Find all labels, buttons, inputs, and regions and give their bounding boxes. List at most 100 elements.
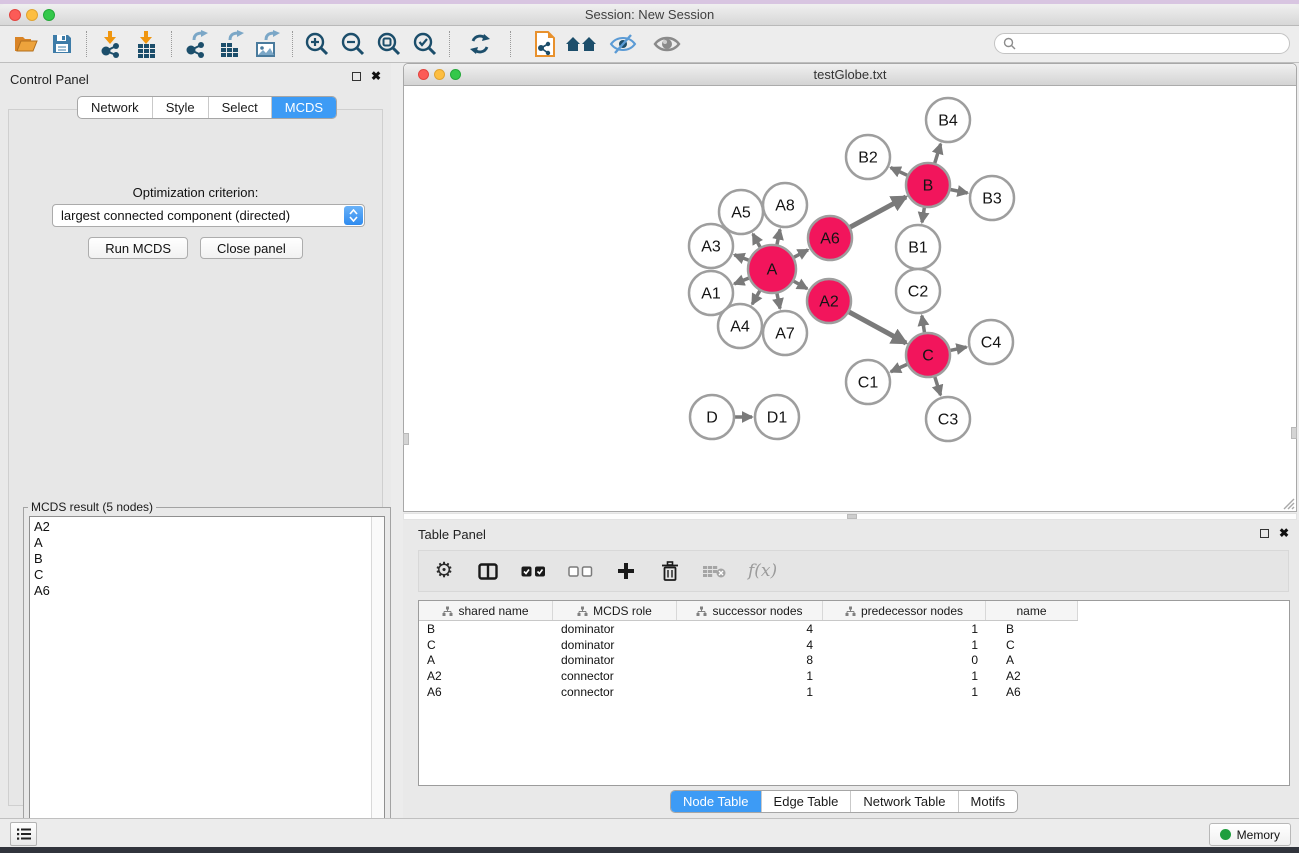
criterion-dropdown[interactable]: largest connected component (directed) (52, 204, 365, 227)
table-row-C[interactable]: Cdominator41C (419, 637, 1289, 653)
table-row-B[interactable]: Bdominator41B (419, 621, 1289, 637)
column-header-name[interactable]: name (986, 601, 1078, 620)
cell-successor_nodes[interactable]: 1 (677, 669, 823, 683)
cell-name[interactable]: A6 (986, 685, 1078, 699)
cell-mcds_role[interactable]: connector (553, 669, 677, 683)
cell-successor_nodes[interactable]: 4 (677, 622, 823, 636)
table-row-A6[interactable]: A6connector11A6 (419, 684, 1289, 700)
cell-predecessor_nodes[interactable]: 1 (823, 669, 986, 683)
cell-name[interactable]: A2 (986, 669, 1078, 683)
cell-name[interactable]: C (986, 638, 1078, 652)
table-tab-network-table[interactable]: Network Table (850, 791, 957, 812)
table-options-button[interactable]: ⚙ (433, 558, 455, 584)
cell-shared_name[interactable]: B (419, 622, 553, 636)
cell-shared_name[interactable]: C (419, 638, 553, 652)
graph-edge-A-A6[interactable] (793, 250, 808, 258)
column-header-mcds_role[interactable]: MCDS role (553, 601, 677, 620)
column-header-predecessor_nodes[interactable]: predecessor nodes (823, 601, 986, 620)
hide-graphics-details-button[interactable] (605, 28, 641, 60)
tab-mcds[interactable]: MCDS (271, 97, 336, 118)
save-session-button[interactable] (44, 28, 80, 60)
canvas-left-handle[interactable] (403, 433, 409, 445)
delete-column-button[interactable] (659, 558, 681, 584)
graph-edge-A-A7[interactable] (777, 293, 780, 309)
column-header-shared_name[interactable]: shared name (419, 601, 553, 620)
tab-select[interactable]: Select (208, 97, 271, 118)
column-header-successor_nodes[interactable]: successor nodes (677, 601, 823, 620)
horizontal-splitter[interactable] (403, 513, 1297, 520)
table-row-A[interactable]: Adominator80A (419, 652, 1289, 668)
cell-predecessor_nodes[interactable]: 0 (823, 653, 986, 667)
network-titlebar[interactable]: testGlobe.txt (404, 64, 1296, 86)
float-panel-icon[interactable] (352, 72, 361, 81)
run-mcds-button[interactable]: Run MCDS (88, 237, 188, 259)
show-column-button[interactable] (477, 558, 499, 584)
add-column-button[interactable] (615, 558, 637, 584)
table-row-A2[interactable]: A2connector11A2 (419, 668, 1289, 684)
splitter-thumb[interactable] (847, 514, 857, 519)
open-session-button[interactable] (8, 28, 44, 60)
cell-mcds_role[interactable]: connector (553, 685, 677, 699)
graph-edge-A6-B[interactable] (849, 197, 906, 228)
mcds-result-item[interactable]: B (34, 551, 371, 567)
zoom-selected-button[interactable] (407, 28, 443, 60)
select-all-rows-button[interactable] (521, 558, 546, 584)
graph-edge-A-A8[interactable] (777, 229, 780, 245)
close-panel-icon[interactable]: ✖ (371, 71, 381, 81)
cell-mcds_role[interactable]: dominator (553, 622, 677, 636)
graph-edge-B-B3[interactable] (950, 189, 968, 193)
close-panel-button[interactable]: Close panel (200, 237, 303, 259)
mcds-result-item[interactable]: C (34, 567, 371, 583)
cell-mcds_role[interactable]: dominator (553, 638, 677, 652)
graph-edge-A-A3[interactable] (734, 255, 749, 261)
close-table-panel-icon[interactable]: ✖ (1279, 528, 1289, 538)
table-tab-node-table[interactable]: Node Table (671, 791, 761, 812)
canvas-right-handle[interactable] (1291, 427, 1297, 439)
export-image-button[interactable] (250, 28, 286, 60)
graph-edge-B-B1[interactable] (922, 207, 925, 223)
table-tab-motifs[interactable]: Motifs (958, 791, 1018, 812)
export-network-button[interactable] (178, 28, 214, 60)
graph-edge-A-A1[interactable] (734, 278, 749, 284)
cell-mcds_role[interactable]: dominator (553, 653, 677, 667)
task-history-button[interactable] (10, 822, 37, 846)
graph-edge-C-C3[interactable] (935, 376, 941, 395)
cell-predecessor_nodes[interactable]: 1 (823, 622, 986, 636)
search-input[interactable] (994, 33, 1290, 54)
mcds-result-scrollbar[interactable] (371, 517, 384, 840)
cell-shared_name[interactable]: A6 (419, 685, 553, 699)
zoom-out-button[interactable] (335, 28, 371, 60)
cell-predecessor_nodes[interactable]: 1 (823, 638, 986, 652)
delete-table-button[interactable] (703, 558, 726, 584)
import-table-button[interactable] (129, 28, 165, 60)
home-button[interactable] (563, 28, 599, 60)
mcds-result-item[interactable]: A2 (34, 519, 371, 535)
cell-name[interactable]: A (986, 653, 1078, 667)
cell-name[interactable]: B (986, 622, 1078, 636)
cell-successor_nodes[interactable]: 1 (677, 685, 823, 699)
function-builder-button[interactable]: f(x) (748, 558, 777, 584)
graph-edge-A-A5[interactable] (753, 234, 761, 248)
refresh-network-button[interactable] (462, 28, 498, 60)
graph-edge-A2-C[interactable] (848, 312, 906, 343)
mcds-result-list[interactable]: A2ABCA6 (29, 516, 385, 841)
cell-successor_nodes[interactable]: 4 (677, 638, 823, 652)
table-tab-edge-table[interactable]: Edge Table (761, 791, 851, 812)
cell-shared_name[interactable]: A2 (419, 669, 553, 683)
graph-edge-A-A2[interactable] (793, 281, 807, 289)
mcds-result-item[interactable]: A (34, 535, 371, 551)
resize-grip-icon[interactable] (1281, 496, 1295, 510)
cell-successor_nodes[interactable]: 8 (677, 653, 823, 667)
memory-button[interactable]: Memory (1209, 823, 1291, 846)
tab-network[interactable]: Network (78, 97, 152, 118)
zoom-in-button[interactable] (299, 28, 335, 60)
graph-edge-B-B4[interactable] (934, 144, 940, 164)
cell-predecessor_nodes[interactable]: 1 (823, 685, 986, 699)
network-canvas[interactable]: AA1A2A3A4A5A6A7A8BB1B2B3B4CC1C2C3C4DD1 (404, 86, 1296, 511)
import-network-button[interactable] (93, 28, 129, 60)
zoom-fit-button[interactable] (371, 28, 407, 60)
graph-edge-B-B2[interactable] (891, 168, 908, 176)
float-table-panel-icon[interactable] (1260, 529, 1269, 538)
graph-edge-C-C2[interactable] (922, 316, 925, 334)
mcds-result-item[interactable]: A6 (34, 583, 371, 599)
